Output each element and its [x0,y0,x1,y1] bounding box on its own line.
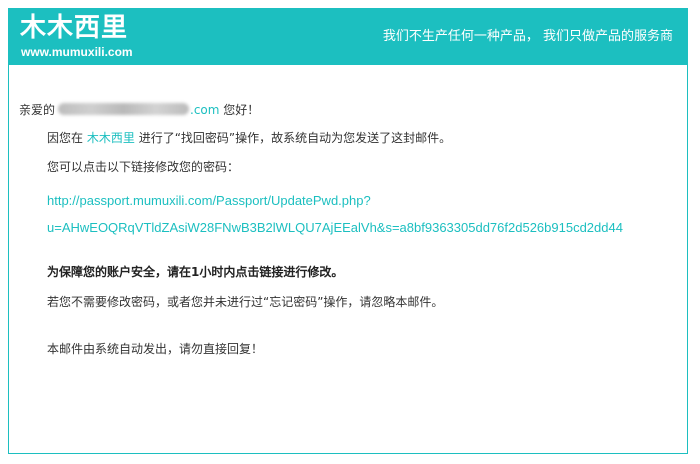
security-warning: 为保障您的账户安全，请在1小时内点击链接进行修改。 [47,265,344,279]
reset-link-line-2[interactable]: u=AHwEOQRqVTldZAsiW28FNwB3B2lWLQU7AjEEal… [47,220,623,235]
reason-prefix: 因您在 [47,131,84,145]
brand-logo: 木木西里 [20,13,129,43]
email-domain: .com [190,103,220,117]
auto-reply-note: 本邮件由系统自动发出，请勿直接回复！ [47,342,264,356]
reason-brand: 木木西里 [86,131,135,145]
greeting-prefix: 亲爱的 [19,103,56,117]
header-slogan: 我们不生产任何一种产品， 我们只做产品的服务商 [382,29,673,44]
site-url: www.mumuxili.com [21,45,133,59]
email-header: 木木西里 www.mumuxili.com 我们不生产任何一种产品， 我们只做产… [9,9,687,65]
reason-suffix: 进行了“找回密码”操作，故系统自动为您发送了这封邮件。 [138,131,452,145]
redacted-email [58,103,190,115]
reset-link[interactable]: http://passport.mumuxili.com/Passport/Up… [47,193,371,209]
reason-line: 因您在 木木西里 进行了“找回密码”操作，故系统自动为您发送了这封邮件。 [47,130,451,146]
email-container: 木木西里 www.mumuxili.com 我们不生产任何一种产品， 我们只做产… [8,8,688,454]
reset-link-cont[interactable]: u=AHwEOQRqVTldZAsiW28FNwB3B2lWLQU7AjEEal… [47,220,623,236]
instruction-line: 您可以点击以下链接修改您的密码： [47,160,240,174]
greeting-suffix: 您好！ [223,103,260,117]
ignore-note: 若您不需要修改密码，或者您并未进行过“忘记密码”操作，请忽略本邮件。 [47,295,444,309]
greeting-line: 亲爱的 .com 您好！ [19,102,259,118]
reset-link-line-1[interactable]: http://passport.mumuxili.com/Passport/Up… [47,193,371,208]
